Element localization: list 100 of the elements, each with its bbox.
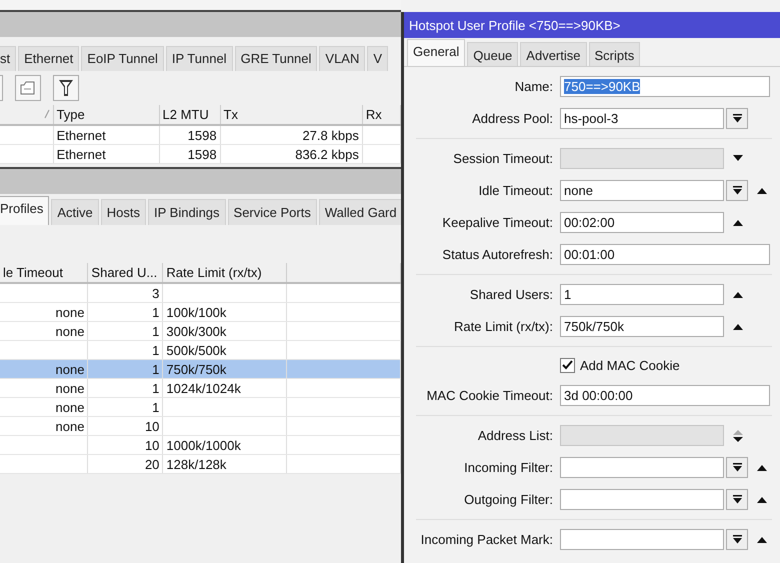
up-arrow-icon[interactable] bbox=[732, 291, 744, 298]
field-label: Status Autorefresh: bbox=[441, 247, 554, 262]
tab[interactable]: GRE Tunnel bbox=[234, 46, 318, 71]
table-row[interactable]: none 1 750k/750k bbox=[0, 360, 400, 378]
field-label: Shared Users: bbox=[468, 287, 554, 302]
column-header[interactable]: le Timeout bbox=[0, 263, 88, 283]
tab[interactable]: EoIP Tunnel bbox=[81, 46, 164, 71]
tab[interactable]: Walled Gard bbox=[318, 199, 401, 225]
table-cell: 500k/500k bbox=[166, 342, 226, 358]
table-row[interactable]: 10 1000k/1000k bbox=[0, 436, 400, 454]
table-cell: 1 bbox=[152, 304, 160, 320]
dropdown-button[interactable] bbox=[726, 180, 748, 201]
column-header[interactable]: Type bbox=[53, 105, 159, 125]
dropdown-button[interactable] bbox=[726, 489, 748, 510]
filter-icon bbox=[58, 79, 74, 97]
table-cell: 1024k/1024k bbox=[166, 380, 241, 396]
tab[interactable]: Service Ports bbox=[228, 199, 317, 225]
tab[interactable]: Hosts bbox=[100, 199, 146, 225]
input-field[interactable] bbox=[560, 529, 724, 550]
dropdown-button[interactable] bbox=[726, 457, 748, 478]
field-label: Idle Timeout: bbox=[478, 183, 554, 198]
dialog-title: Hotspot User Profile <750==>90KB> bbox=[404, 12, 780, 38]
sort-icon bbox=[44, 109, 50, 119]
table-cell: none bbox=[56, 380, 84, 396]
input-field[interactable]: 1 bbox=[560, 284, 724, 305]
table-cell: none bbox=[56, 324, 84, 338]
tab[interactable]: Queue bbox=[467, 42, 518, 66]
table-cell: 300k/300k bbox=[166, 324, 226, 338]
up-arrow-icon[interactable] bbox=[756, 496, 768, 503]
table-row[interactable]: none 1 100k/100k bbox=[0, 302, 400, 322]
up-arrow-icon[interactable] bbox=[756, 187, 768, 194]
dropdown-button[interactable] bbox=[726, 108, 748, 129]
filter-button[interactable] bbox=[53, 75, 79, 101]
field-label: Address Pool: bbox=[471, 111, 554, 126]
tab[interactable]: Ethernet bbox=[18, 46, 80, 71]
dropdown-icon bbox=[732, 114, 742, 123]
table-cell: none bbox=[56, 304, 84, 320]
table-cell: 1 bbox=[152, 362, 160, 376]
table-row[interactable]: none 1 300k/300k bbox=[0, 322, 400, 340]
tab[interactable]: VLAN bbox=[319, 46, 366, 71]
table-row[interactable]: none 1 bbox=[0, 398, 400, 416]
input-field[interactable]: 00:02:00 bbox=[560, 212, 724, 233]
toolbar-button[interactable] bbox=[15, 75, 41, 101]
table-cell: none bbox=[56, 400, 84, 414]
column-header[interactable]: Shared U... bbox=[88, 263, 163, 283]
table-cell: 10 bbox=[144, 438, 160, 452]
input-field[interactable]: hs-pool-3 bbox=[560, 108, 724, 129]
tab[interactable]: Advertise bbox=[520, 42, 586, 66]
dropdown-icon bbox=[732, 463, 742, 472]
table-cell: 3 bbox=[152, 286, 160, 300]
up-arrow-icon[interactable] bbox=[756, 464, 768, 471]
input-field[interactable]: 00:01:00 bbox=[560, 244, 770, 265]
table-row[interactable]: none 1 1024k/1024k bbox=[0, 378, 400, 398]
up-arrow-icon[interactable] bbox=[732, 323, 744, 330]
table-cell: 100k/100k bbox=[166, 304, 226, 320]
table-row[interactable]: none 10 bbox=[0, 416, 400, 436]
check-icon bbox=[562, 360, 573, 370]
input-field[interactable]: 3d 00:00:00 bbox=[560, 385, 770, 406]
table-cell: 1 bbox=[152, 324, 160, 338]
tab[interactable]: st bbox=[0, 46, 16, 71]
table-cell: 128k/128k bbox=[166, 456, 226, 472]
table-cell: 1 bbox=[152, 400, 160, 414]
tab[interactable]: Scripts bbox=[588, 42, 640, 66]
checkbox[interactable] bbox=[560, 358, 575, 372]
tab[interactable]: IP Tunnel bbox=[166, 46, 233, 71]
tab[interactable]: V bbox=[367, 46, 388, 71]
input-field[interactable]: 750==>90KB bbox=[560, 76, 770, 97]
table-cell: 1 bbox=[152, 380, 160, 396]
tab[interactable]: Active bbox=[51, 199, 99, 225]
note-icon bbox=[20, 81, 36, 95]
table-cell: none bbox=[56, 418, 84, 434]
field-label: Incoming Packet Mark: bbox=[420, 532, 554, 547]
field-label: Name: bbox=[514, 79, 554, 94]
tab[interactable]: IP Bindings bbox=[148, 199, 226, 225]
table-row[interactable]: 3 bbox=[0, 283, 400, 302]
dropdown-icon bbox=[732, 535, 742, 544]
column-header[interactable]: Tx bbox=[220, 105, 362, 125]
dropdown-icon bbox=[732, 495, 742, 504]
input-field[interactable]: 750k/750k bbox=[560, 316, 724, 337]
input-field[interactable] bbox=[560, 457, 724, 478]
tab[interactable]: Profiles bbox=[0, 196, 50, 225]
column-header[interactable]: Rate Limit (rx/tx) bbox=[162, 263, 287, 283]
input-field[interactable] bbox=[560, 489, 724, 510]
dropdown-button[interactable] bbox=[726, 529, 748, 550]
table-cell: 750k/750k bbox=[166, 362, 226, 376]
table-cell: 1598 bbox=[159, 125, 220, 144]
dropdown-icon bbox=[732, 186, 742, 195]
tab[interactable]: General bbox=[407, 39, 466, 66]
input-field[interactable]: none bbox=[560, 180, 724, 201]
table-cell: 1 bbox=[152, 342, 160, 358]
column-header[interactable]: L2 MTU bbox=[159, 105, 220, 125]
column-header[interactable]: Rx bbox=[362, 105, 400, 125]
table-cell: 27.8 kbps bbox=[220, 125, 362, 144]
table-row[interactable]: 20 128k/128k bbox=[0, 454, 400, 474]
up-arrow-icon[interactable] bbox=[756, 536, 768, 543]
field-label: Outgoing Filter: bbox=[463, 492, 554, 507]
field-label: Keepalive Timeout: bbox=[441, 215, 554, 230]
up-arrow-icon[interactable] bbox=[732, 219, 744, 226]
field-label: Address List: bbox=[476, 428, 554, 443]
table-cell: 1000k/1000k bbox=[166, 438, 241, 452]
